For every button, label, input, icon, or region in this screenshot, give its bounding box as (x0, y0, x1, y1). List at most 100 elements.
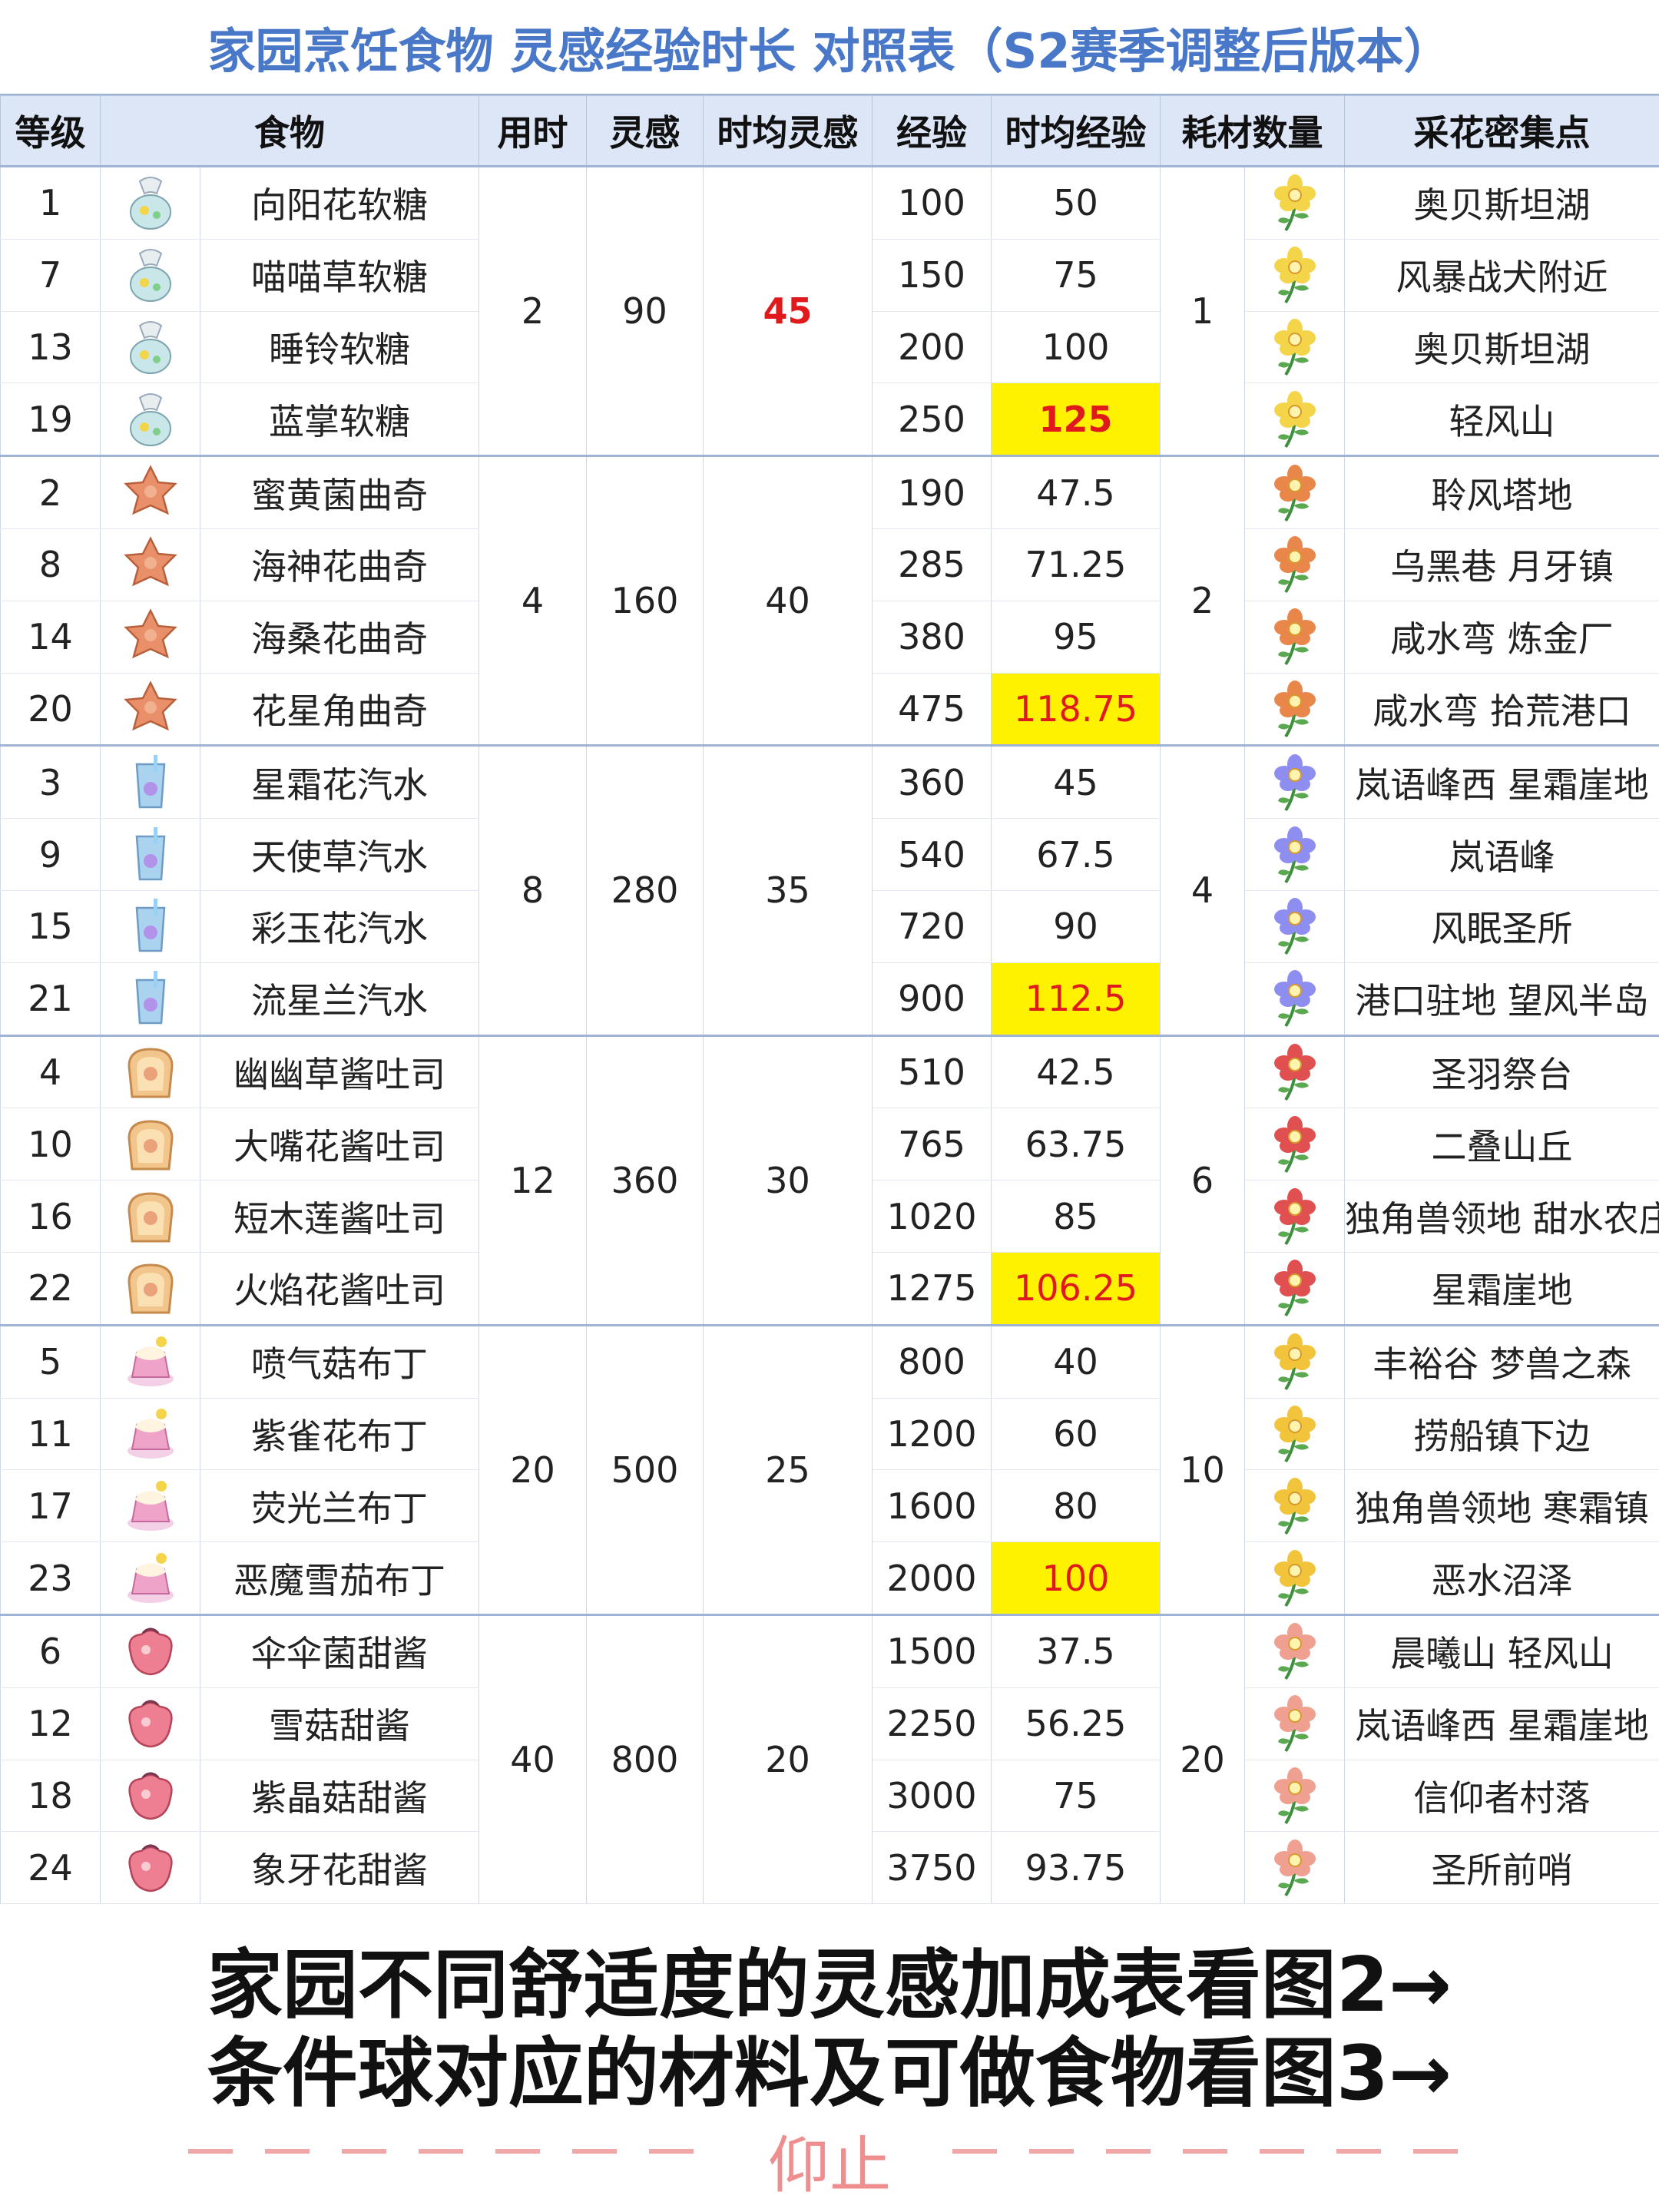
pudding-icon (127, 1552, 174, 1603)
flower-spot-cell: 奥贝斯坦湖 (1344, 165, 1659, 240)
flower-icon-cell (1244, 818, 1345, 891)
hourly-exp-cell: 118.75 (991, 672, 1161, 747)
food-name-cell: 恶魔雪茄布丁 (200, 1541, 479, 1615)
snow-mushroom-icon (1273, 1695, 1316, 1753)
table-row: 4 幽幽草酱吐司 12 360 30 510 42.5 6 圣羽祭台 (0, 1034, 1659, 1326)
flower-icon-cell (1244, 528, 1345, 601)
food-table: 等级 食物 用时 灵感 时均灵感 经验 时均经验 耗材数量 采花密集点 1 向阳… (0, 95, 1659, 1905)
hourly-exp-cell: 47.5 (991, 455, 1161, 529)
glow-orchid-icon (1273, 1477, 1316, 1535)
food-icon-cell (100, 600, 200, 674)
meow-grass-icon (1273, 247, 1316, 304)
time-cell: 20 (478, 1323, 587, 1615)
exp-cell: 2000 (872, 1541, 992, 1615)
hourly-exp-cell: 95 (991, 600, 1161, 674)
level-cell: 9 (0, 818, 101, 891)
food-icon-cell (100, 1034, 200, 1109)
signature-dash (952, 2149, 997, 2154)
header-time: 用时 (478, 95, 587, 167)
signature-dash (419, 2149, 463, 2154)
flower-icon-cell (1244, 455, 1345, 529)
flower-spot-cell: 圣所前哨 (1344, 1831, 1659, 1905)
hourly-exp-cell: 125 (991, 382, 1161, 457)
pudding-icon (127, 1336, 174, 1387)
flower-spot-cell: 风眠圣所 (1344, 889, 1659, 963)
food-icon-cell (100, 1108, 200, 1181)
soda-icon (135, 971, 165, 1025)
hourly-inspiration-cell: 30 (703, 1034, 873, 1326)
lotus-icon (1273, 1187, 1316, 1245)
umbrella-mushroom-icon (1273, 1623, 1316, 1681)
bellflower-icon (1273, 318, 1316, 376)
food-name-cell: 象牙花甜酱 (200, 1831, 479, 1905)
material-count-cell: 4 (1160, 744, 1245, 1036)
flower-spot-cell: 咸水弯 拾荒港口 (1344, 672, 1659, 747)
time-cell: 40 (478, 1613, 587, 1905)
flower-icon-cell (1244, 1759, 1345, 1833)
flower-icon-cell (1244, 962, 1345, 1036)
food-name-cell: 蜜黄菌曲奇 (200, 455, 479, 529)
food-name-cell: 紫雀花布丁 (200, 1397, 479, 1471)
flower-spot-cell: 岚语峰西 星霜崖地 (1344, 1687, 1659, 1760)
amethyst-mushroom-icon (1273, 1767, 1316, 1824)
level-cell: 12 (0, 1687, 101, 1760)
exp-cell: 540 (872, 818, 992, 891)
angel-grass-icon (1273, 826, 1316, 883)
exp-cell: 1500 (872, 1613, 992, 1688)
inspiration-cell: 90 (586, 164, 704, 457)
hourly-exp-cell: 100 (991, 310, 1161, 384)
exp-cell: 190 (872, 455, 992, 529)
flower-spot-cell: 风暴战犬附近 (1344, 238, 1659, 312)
flower-icon-cell (1244, 382, 1345, 457)
toast-icon (127, 1192, 174, 1243)
material-count-cell: 1 (1160, 164, 1245, 457)
inspiration-cell: 160 (586, 455, 704, 747)
level-cell: 1 (0, 165, 101, 240)
signature-dash (1183, 2149, 1227, 2154)
soda-icon (135, 826, 165, 880)
flower-icon-cell (1244, 165, 1345, 240)
calla-icon (1273, 390, 1316, 448)
exp-cell: 900 (872, 962, 992, 1036)
table-row: 1 向阳花软糖 2 90 45 100 50 1 奥贝斯坦湖 (0, 164, 1659, 457)
flower-icon-cell (1244, 1613, 1345, 1688)
signature-dash (1336, 2149, 1381, 2154)
hourly-exp-cell: 85 (991, 1180, 1161, 1253)
exp-cell: 3000 (872, 1759, 992, 1833)
hourly-inspiration-cell: 25 (703, 1323, 873, 1615)
level-cell: 4 (0, 1034, 101, 1109)
food-name-cell: 向阳花软糖 (200, 165, 479, 240)
hourly-inspiration-cell: 45 (703, 164, 873, 457)
food-name-cell: 海桑花曲奇 (200, 600, 479, 674)
table-body: 1 向阳花软糖 2 90 45 100 50 1 奥贝斯坦湖 7 喵喵草软糖 150 75 风暴战… (0, 164, 1659, 1905)
food-icon-cell (100, 238, 200, 312)
material-count-cell: 2 (1160, 455, 1245, 747)
hourly-exp-cell: 90 (991, 889, 1161, 963)
food-name-cell: 幽幽草酱吐司 (200, 1034, 479, 1109)
flower-spot-cell: 港口驻地 望风半岛 (1344, 962, 1659, 1036)
jade-flower-icon (1273, 898, 1316, 955)
flower-icon-cell (1244, 238, 1345, 312)
flower-spot-cell: 丰裕谷 梦兽之森 (1344, 1323, 1659, 1399)
flower-spot-cell: 岚语峰西 星霜崖地 (1344, 744, 1659, 820)
level-cell: 24 (0, 1831, 101, 1905)
flower-icon-cell (1244, 672, 1345, 747)
food-name-cell: 彩玉花汽水 (200, 889, 479, 963)
candy-bag-icon (129, 177, 171, 230)
exp-cell: 475 (872, 672, 992, 747)
food-icon-cell (100, 1541, 200, 1615)
hourly-exp-cell: 40 (991, 1323, 1161, 1399)
food-icon-cell (100, 1469, 200, 1543)
red-flower-icon (1273, 536, 1316, 594)
food-name-cell: 大嘴花酱吐司 (200, 1108, 479, 1181)
level-cell: 17 (0, 1469, 101, 1543)
signature-text: 仰止 (768, 2130, 891, 2201)
signature: 仰止 (0, 2116, 1659, 2201)
food-name-cell: 花星角曲奇 (200, 672, 479, 747)
time-cell: 2 (478, 164, 587, 457)
cookie-icon (123, 608, 177, 659)
level-cell: 16 (0, 1180, 101, 1253)
hourly-exp-cell: 112.5 (991, 962, 1161, 1036)
flower-icon-cell (1244, 889, 1345, 963)
food-icon-cell (100, 1687, 200, 1760)
